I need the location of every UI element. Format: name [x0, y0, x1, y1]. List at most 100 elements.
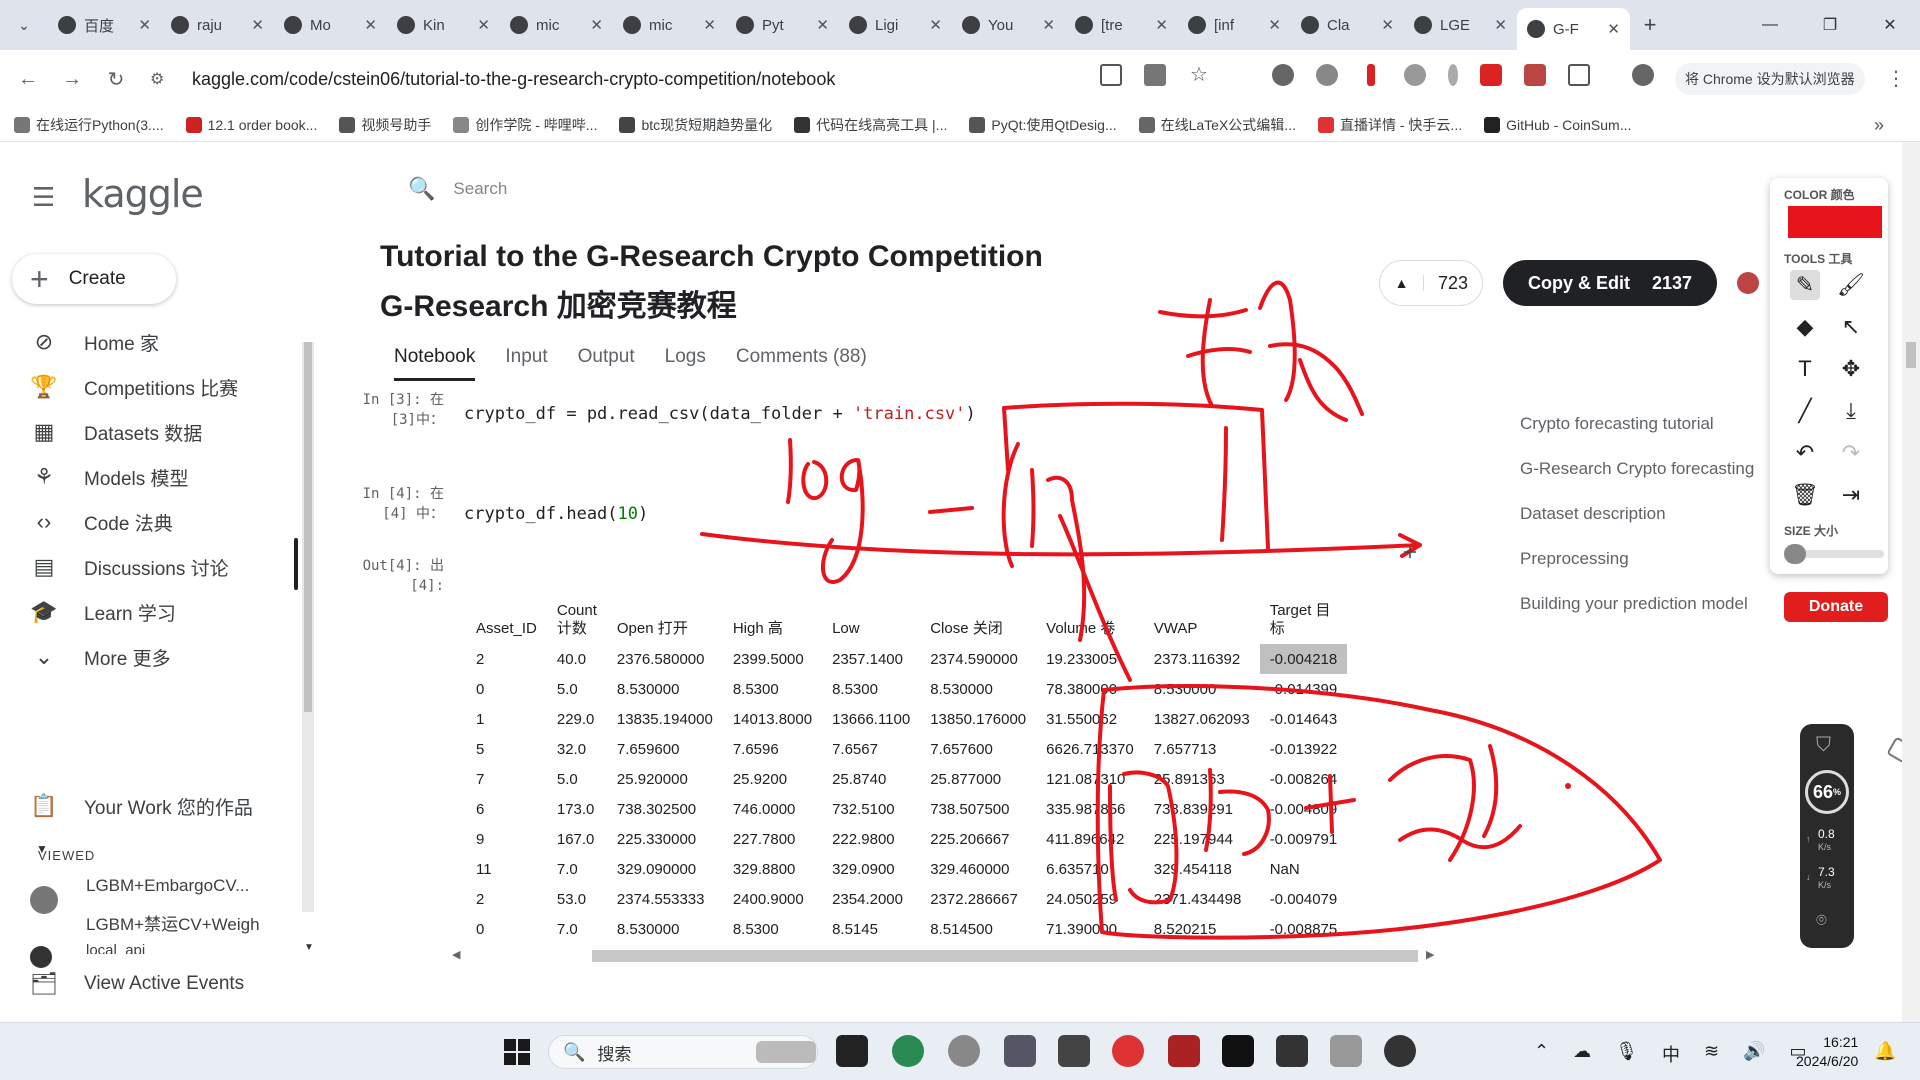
- app-icon[interactable]: [1168, 1035, 1200, 1067]
- notebook-options-icon[interactable]: [1737, 272, 1759, 294]
- browser-tab[interactable]: mic ✕: [500, 6, 613, 44]
- install-app-icon[interactable]: [1100, 64, 1122, 86]
- kaggle-logo[interactable]: kaggle: [82, 172, 204, 216]
- browser-tab[interactable]: Kin ✕: [387, 6, 500, 44]
- close-tab-icon[interactable]: ✕: [703, 16, 716, 34]
- scroll-right-icon[interactable]: ▶: [1426, 948, 1434, 961]
- browser-tab[interactable]: 百度 ✕: [48, 6, 161, 44]
- extension-2-icon[interactable]: [1316, 64, 1338, 86]
- nav-item[interactable]: ▤ Discussions 讨论: [28, 547, 229, 587]
- donate-button[interactable]: Donate: [1784, 592, 1888, 622]
- extension-1-icon[interactable]: [1272, 64, 1294, 86]
- close-tab-icon[interactable]: ✕: [1494, 16, 1507, 34]
- notebook-tab[interactable]: Logs: [665, 346, 706, 381]
- start-button[interactable]: [504, 1039, 530, 1065]
- viewed-item[interactable]: LGBM+禁运CV+Weigh: [86, 910, 260, 935]
- browser-menu-icon[interactable]: ⋮: [1886, 66, 1906, 91]
- nav-item[interactable]: ⌄ More 更多: [28, 637, 171, 677]
- code-cell[interactable]: crypto_df = pd.read_csv(data_folder + 't…: [464, 404, 976, 424]
- create-button[interactable]: + Create: [12, 254, 176, 304]
- edge-icon[interactable]: [892, 1035, 924, 1067]
- search-highlight-image[interactable]: [756, 1041, 816, 1063]
- move-icon[interactable]: ✥: [1836, 354, 1866, 384]
- line-icon[interactable]: ╱: [1790, 396, 1820, 426]
- browser-tab[interactable]: Pyt ✕: [726, 6, 839, 44]
- chrome-icon[interactable]: [1112, 1035, 1144, 1067]
- browser-tab[interactable]: LGE ✕: [1404, 6, 1517, 44]
- set-default-browser-button[interactable]: 将 Chrome 设为默认浏览器: [1675, 63, 1865, 95]
- notification-bell-icon[interactable]: 🔔: [1874, 1041, 1896, 1062]
- bookmark-star-icon[interactable]: ☆: [1188, 64, 1210, 86]
- extension-4-icon[interactable]: [1448, 64, 1458, 86]
- pencil-icon[interactable]: ✎: [1790, 270, 1820, 300]
- upvote-button[interactable]: ▲ 723: [1379, 260, 1483, 306]
- cloud-icon[interactable]: ☁: [1573, 1041, 1591, 1067]
- profile-avatar-icon[interactable]: [1632, 64, 1654, 86]
- text-icon[interactable]: T: [1790, 354, 1820, 384]
- wifi-icon[interactable]: ≋: [1704, 1041, 1719, 1067]
- page-scrollbar[interactable]: [1902, 142, 1920, 1022]
- photos-icon[interactable]: [1004, 1035, 1036, 1067]
- close-tab-icon[interactable]: ✕: [1607, 20, 1620, 38]
- app-icon[interactable]: [1330, 1035, 1362, 1067]
- nav-item[interactable]: ⊘ Home 家: [28, 322, 159, 362]
- undo-icon[interactable]: ↶: [1790, 438, 1820, 468]
- bookmark-item[interactable]: 视频号助手: [339, 115, 431, 135]
- upvote-arrow-icon[interactable]: ▲: [1380, 275, 1424, 291]
- restore-button[interactable]: ❐: [1800, 0, 1860, 50]
- close-tab-icon[interactable]: ✕: [364, 16, 377, 34]
- code-cell[interactable]: crypto_df.head(10): [464, 504, 648, 524]
- bookmark-item[interactable]: 在线LaTeX公式编辑...: [1138, 115, 1296, 135]
- pointer-icon[interactable]: ↖: [1836, 312, 1866, 342]
- trash-icon[interactable]: 🗑: [1790, 480, 1820, 510]
- volume-icon[interactable]: 🔊: [1743, 1041, 1765, 1067]
- nav-item[interactable]: 🎓 Learn 学习: [28, 592, 176, 632]
- browser-tab[interactable]: [tre ✕: [1065, 6, 1178, 44]
- site-info-icon[interactable]: ⚙: [150, 69, 170, 89]
- youtube-extension-icon[interactable]: [1480, 64, 1502, 86]
- close-tab-icon[interactable]: ✕: [1155, 16, 1168, 34]
- browser-tab[interactable]: Cla ✕: [1291, 6, 1404, 44]
- back-button[interactable]: ←: [6, 68, 50, 91]
- ime-indicator[interactable]: 中: [1662, 1041, 1680, 1067]
- bookmark-item[interactable]: GitHub - CoinSum...: [1484, 116, 1631, 133]
- extension-3-icon[interactable]: [1404, 64, 1426, 86]
- chevron-up-icon[interactable]: ⌃: [1534, 1041, 1549, 1067]
- more-bookmarks-icon[interactable]: »: [1874, 115, 1884, 136]
- tab-search-button[interactable]: ⌄: [0, 0, 48, 50]
- toc-item[interactable]: Crypto forecasting tutorial: [1520, 414, 1714, 434]
- bookmark-item[interactable]: btc现货短期趋势量化: [619, 115, 772, 135]
- copy-edit-button[interactable]: Copy & Edit 2137: [1503, 260, 1717, 306]
- browser-tab[interactable]: mic ✕: [613, 6, 726, 44]
- app-icon[interactable]: [836, 1035, 868, 1067]
- close-tab-icon[interactable]: ✕: [929, 16, 942, 34]
- sidebar-scroll-thumb[interactable]: [304, 342, 312, 712]
- bookmark-item[interactable]: 直播详情 - 快手云...: [1317, 115, 1462, 135]
- notebook-tab[interactable]: Input: [505, 346, 547, 381]
- app-icon[interactable]: [1384, 1035, 1416, 1067]
- browser-tab[interactable]: Ligi ✕: [839, 6, 952, 44]
- scroll-left-icon[interactable]: ◀: [452, 948, 460, 961]
- bookmark-item[interactable]: 12.1 order book...: [185, 116, 317, 133]
- viewed-item[interactable]: LGBM+EmbargoCV...: [86, 876, 249, 896]
- close-tab-icon[interactable]: ✕: [590, 16, 603, 34]
- close-tab-icon[interactable]: ✕: [1042, 16, 1055, 34]
- app-icon[interactable]: [1276, 1035, 1308, 1067]
- new-tab-button[interactable]: +: [1630, 12, 1670, 38]
- exit-icon[interactable]: ⇥: [1836, 480, 1866, 510]
- reload-button[interactable]: ↻: [94, 67, 138, 92]
- pen-extension-icon[interactable]: [1367, 64, 1375, 86]
- marker-icon[interactable]: 🖌: [1836, 270, 1866, 300]
- translate-icon[interactable]: [1144, 64, 1166, 86]
- search-bar[interactable]: 🔍 Search: [408, 176, 507, 202]
- viewed-item[interactable]: local_api: [86, 942, 145, 954]
- browser-tab[interactable]: G-F ✕: [1517, 8, 1630, 50]
- close-tab-icon[interactable]: ✕: [816, 16, 829, 34]
- toc-item[interactable]: Dataset description: [1520, 504, 1666, 524]
- close-tab-icon[interactable]: ✕: [1268, 16, 1281, 34]
- close-tab-icon[interactable]: ✕: [138, 16, 151, 34]
- table-horizontal-scrollbar[interactable]: ◀ ▶: [452, 948, 1434, 962]
- network-speed-widget[interactable]: ⛉ 66% 0.8 K/s ↑ 7.3 K/s ↓ ⌾: [1800, 724, 1854, 948]
- bookmark-item[interactable]: 代码在线高亮工具 |...: [794, 115, 947, 135]
- url-field[interactable]: ⚙ kaggle.com/code/cstein06/tutorial-to-t…: [150, 60, 1060, 98]
